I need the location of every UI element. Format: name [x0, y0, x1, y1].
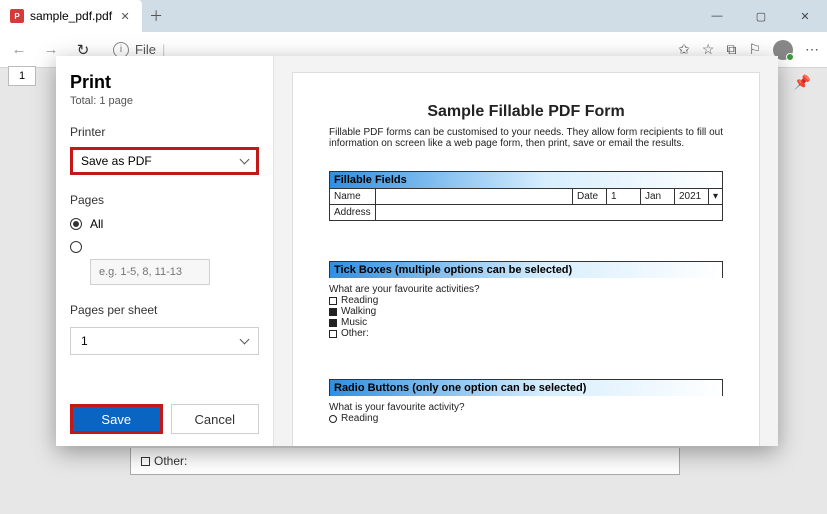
- checkbox-icon: [141, 457, 150, 466]
- pages-range-radio[interactable]: [70, 241, 259, 253]
- title-bar: P sample_pdf.pdf ✕ ＋ ― ▢ ✕: [0, 0, 827, 32]
- browser-window: P sample_pdf.pdf ✕ ＋ ― ▢ ✕ ← → ↻ i File …: [0, 0, 827, 514]
- pages-per-sheet-label: Pages per sheet: [70, 303, 259, 317]
- tick-option: Reading: [329, 295, 723, 306]
- back-button[interactable]: ←: [8, 39, 30, 61]
- chevron-down-icon: [241, 334, 248, 348]
- preview-doc-title: Sample Fillable PDF Form: [329, 103, 723, 121]
- background-document-slice: Other:: [130, 448, 680, 475]
- chevron-down-icon: [241, 154, 248, 168]
- page-range-input[interactable]: [90, 259, 210, 285]
- pages-all-radio[interactable]: All: [70, 217, 259, 231]
- radio-option: Reading: [329, 413, 723, 424]
- dialog-title: Print: [70, 72, 259, 93]
- printer-value: Save as PDF: [81, 154, 152, 168]
- page-number-box[interactable]: 1: [8, 66, 36, 86]
- save-button[interactable]: Save: [70, 404, 163, 434]
- pages-per-sheet-select[interactable]: 1: [70, 327, 259, 355]
- address-text: File: [135, 42, 156, 57]
- radio-checked-icon: [70, 218, 82, 230]
- browser-tab[interactable]: P sample_pdf.pdf ✕: [0, 0, 142, 32]
- cancel-button[interactable]: Cancel: [171, 404, 260, 434]
- new-tab-button[interactable]: ＋: [142, 0, 170, 32]
- pin-toolbar-button[interactable]: 📌: [794, 74, 811, 91]
- date-dropdown-icon: ▾: [708, 189, 722, 205]
- total-pages-label: Total: 1 page: [70, 95, 259, 107]
- preview-description: Fillable PDF forms can be customised to …: [329, 127, 723, 149]
- print-options-panel: Print Total: 1 page Printer Save as PDF …: [56, 56, 274, 446]
- radio-buttons-header: Radio Buttons (only one option can be se…: [329, 379, 723, 396]
- tick-question: What are your favourite activities?: [329, 284, 723, 295]
- print-preview-pane[interactable]: Sample Fillable PDF Form Fillable PDF fo…: [274, 56, 778, 446]
- tick-option: Walking: [329, 306, 723, 317]
- radio-unchecked-icon: [70, 241, 82, 253]
- pdf-icon: P: [10, 9, 24, 23]
- more-menu-button[interactable]: ⋯: [805, 41, 819, 58]
- tick-option: Other:: [329, 328, 723, 339]
- tab-title: sample_pdf.pdf: [30, 9, 112, 23]
- fillable-fields-table: Name Date 1 Jan 2021 ▾ Address: [329, 188, 723, 221]
- tick-option: Music: [329, 317, 723, 328]
- close-tab-button[interactable]: ✕: [118, 9, 132, 23]
- minimize-button[interactable]: ―: [695, 0, 739, 32]
- preview-page: Sample Fillable PDF Form Fillable PDF fo…: [292, 72, 760, 446]
- print-dialog: Print Total: 1 page Printer Save as PDF …: [56, 56, 778, 446]
- radio-question: What is your favourite activity?: [329, 402, 723, 413]
- maximize-button[interactable]: ▢: [739, 0, 783, 32]
- printer-section-label: Printer: [70, 125, 259, 139]
- pages-section-label: Pages: [70, 193, 259, 207]
- tick-boxes-header: Tick Boxes (multiple options can be sele…: [329, 261, 723, 278]
- printer-select[interactable]: Save as PDF: [70, 147, 259, 175]
- close-window-button[interactable]: ✕: [783, 0, 827, 32]
- fillable-fields-header: Fillable Fields: [329, 171, 723, 188]
